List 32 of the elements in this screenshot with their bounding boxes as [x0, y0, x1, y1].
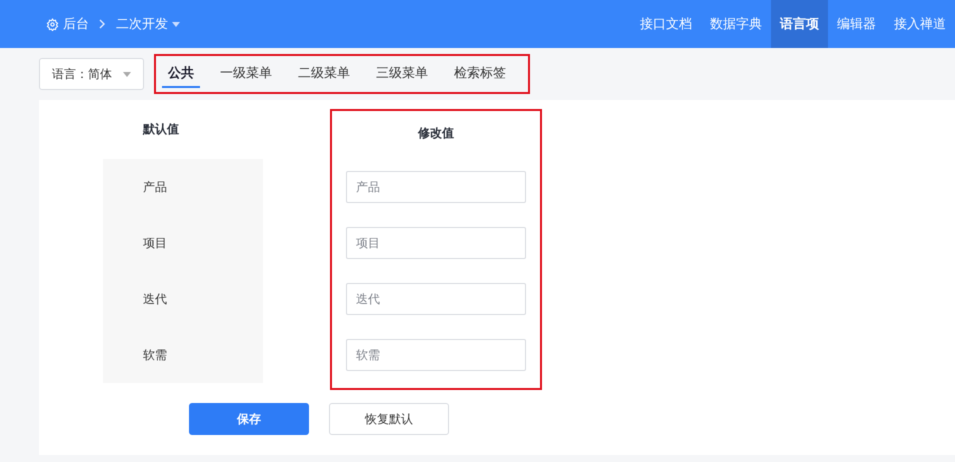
- breadcrumb-link[interactable]: 二次开发: [116, 15, 180, 33]
- save-button[interactable]: 保存: [189, 403, 309, 435]
- default-value: 迭代: [143, 290, 167, 308]
- tab[interactable]: 公共: [162, 60, 200, 88]
- default-value: 软需: [143, 346, 167, 364]
- nav-item[interactable]: 编辑器: [828, 0, 885, 48]
- column-header: 默认值: [142, 121, 179, 138]
- input-field[interactable]: 迭代: [346, 283, 526, 315]
- tab[interactable]: 二级菜单: [292, 60, 356, 88]
- default-value: 产品: [143, 178, 167, 196]
- tab[interactable]: 检索标签: [448, 60, 512, 88]
- breadcrumb-label: 后台: [63, 16, 89, 33]
- caret-icon: [123, 72, 131, 76]
- caret-icon: [172, 22, 180, 26]
- column-header: 修改值: [418, 124, 454, 142]
- default-value: 项目: [143, 234, 167, 252]
- restore-button[interactable]: 恢复默认: [329, 403, 449, 435]
- nav-item[interactable]: 语言项: [771, 0, 828, 48]
- select-value: 语言：简体: [52, 66, 112, 82]
- settings-icon: [46, 18, 59, 30]
- language-select[interactable]: 语言：简体: [39, 58, 144, 90]
- input-field[interactable]: 软需: [346, 339, 526, 371]
- nav-item[interactable]: 数据字典: [701, 0, 771, 48]
- tab[interactable]: 一级菜单: [214, 60, 278, 88]
- tab[interactable]: 三级菜单: [370, 60, 434, 88]
- nav-item[interactable]: 接口文档: [631, 0, 701, 48]
- breadcrumb-label: 二次开发: [116, 16, 168, 33]
- input-field[interactable]: 项目: [346, 227, 526, 259]
- input-field[interactable]: 产品: [346, 171, 526, 203]
- nav-item[interactable]: 接入禅道: [885, 0, 955, 48]
- chevron-right-icon: [99, 19, 106, 29]
- breadcrumb-link[interactable]: 后台: [46, 15, 89, 33]
